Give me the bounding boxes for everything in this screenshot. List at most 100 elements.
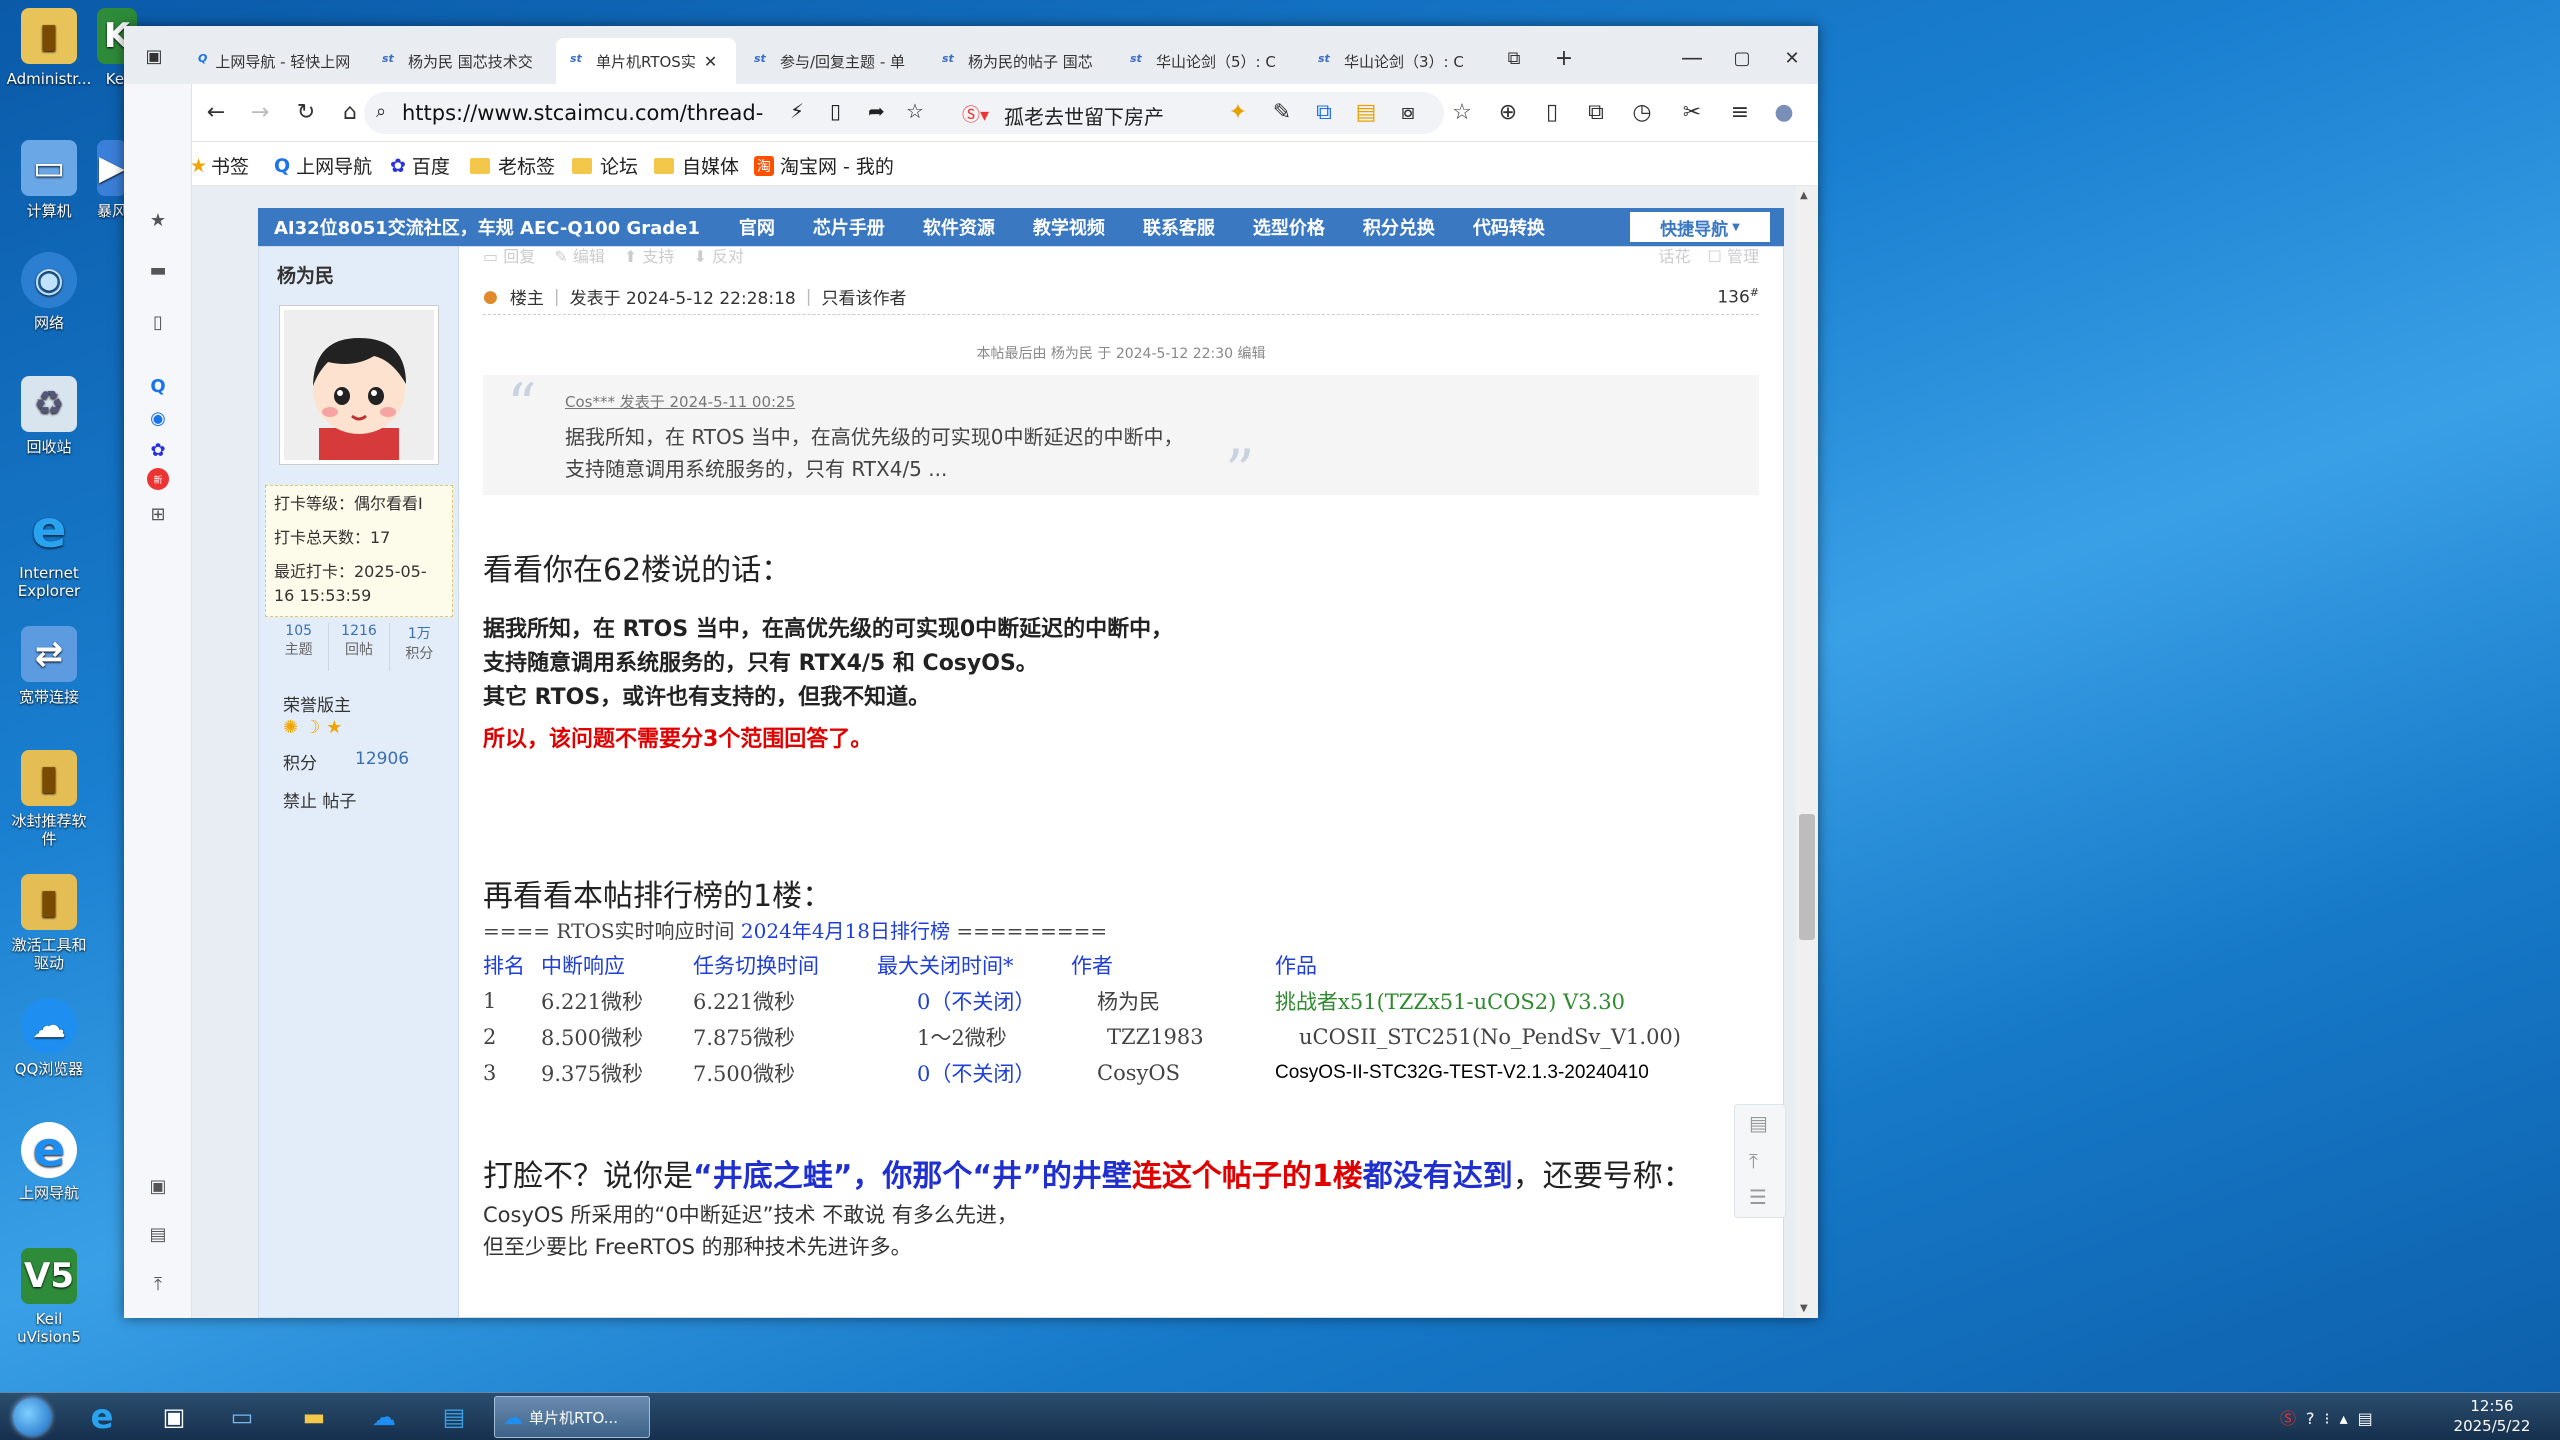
desktop-icon-network[interactable]: ◉ 网络 <box>6 252 92 332</box>
taskbar-explorer-icon[interactable]: ▬ <box>284 1397 344 1437</box>
browser-logo-icon[interactable]: ◉ <box>144 404 172 432</box>
lightning-icon[interactable]: ⚡ <box>790 99 804 123</box>
taskbar-active-window[interactable]: ☁ 单片机RTO... <box>494 1396 650 1438</box>
taskbar-qqbrowser-icon[interactable]: ☁ <box>354 1397 414 1437</box>
sidebar-toggle-icon[interactable]: ▣ <box>136 38 172 74</box>
desktop-icon-ie[interactable]: e Internet Explorer <box>6 502 92 600</box>
scrollbar-thumb[interactable] <box>1799 814 1815 940</box>
extensions-icon[interactable]: ⧇ <box>1390 94 1426 130</box>
translate-icon[interactable]: ⧉ <box>1306 94 1342 130</box>
bookmark-baidu[interactable]: ✿ 百度 <box>390 152 450 179</box>
phone-icon[interactable]: ▯ <box>144 308 172 336</box>
desktop-icon-administrator[interactable]: ▮ Administr... <box>6 8 92 88</box>
window-tools-icon[interactable]: ⧉ <box>1578 94 1614 130</box>
start-button[interactable] <box>2 1397 62 1437</box>
tab-1[interactable]: Q 上网导航 - 轻快上网 <box>184 38 364 84</box>
history-icon[interactable]: ◷ <box>1624 94 1660 130</box>
tab-5[interactable]: st 杨为民的帖子 国芯 <box>928 38 1112 84</box>
reader-mode-icon[interactable]: ▯ <box>830 99 841 123</box>
only-author-link[interactable]: 只看该作者 <box>821 284 906 309</box>
add-panel-icon[interactable]: ⊞ <box>144 500 172 528</box>
desktop-icon-computer[interactable]: ▭ 计算机 <box>6 140 92 220</box>
scroll-up-icon[interactable]: ▲ <box>1800 190 1808 201</box>
floor-number[interactable]: 136# <box>1717 286 1759 308</box>
tab-3-active[interactable]: st 单片机RTOS实 ✕ <box>556 38 736 84</box>
close-tab-icon[interactable]: ✕ <box>704 52 717 71</box>
download-icon[interactable]: ⊕ <box>1490 94 1526 130</box>
tab-6[interactable]: st 华山论剑（5）: C <box>1116 38 1300 84</box>
stat-points[interactable]: 1万 积分 <box>390 623 449 671</box>
maximize-icon[interactable]: ▢ <box>1724 40 1760 76</box>
prev-right-a[interactable]: 话花 <box>1658 247 1690 266</box>
forward-icon[interactable]: → <box>242 94 278 130</box>
screenshot-icon[interactable]: ✂ <box>1674 94 1710 130</box>
reply-action[interactable]: ▭ 回复 <box>483 247 535 266</box>
taskbar-monitor-icon[interactable]: ▭ <box>212 1397 272 1437</box>
taskbar-screen-icon[interactable]: ▣ <box>144 1397 204 1437</box>
nav-points[interactable]: 积分兑换 <box>1344 214 1454 240</box>
taskbar-ie-icon[interactable]: e <box>72 1397 132 1437</box>
news-icon[interactable]: 新 <box>147 468 169 490</box>
stat-topics[interactable]: 105 主题 <box>269 623 330 671</box>
desktop-icon-recommend-software[interactable]: ▮ 冰封推荐软件 <box>6 750 92 848</box>
folder-tool-icon[interactable]: ▤ <box>1348 94 1384 130</box>
new-tab-icon[interactable]: + <box>1546 40 1582 76</box>
nav-price[interactable]: 选型价格 <box>1234 214 1344 240</box>
oppose-action[interactable]: ⬇ 反对 <box>694 247 745 266</box>
tab-list-icon[interactable]: ⧉ <box>1496 40 1532 76</box>
tab-7[interactable]: st 华山论剑（3）: C <box>1304 38 1488 84</box>
list-icon[interactable]: ☰ <box>1749 1185 1767 1209</box>
close-window-icon[interactable]: ✕ <box>1774 40 1810 76</box>
baidu-paw-icon[interactable]: ✿ <box>144 436 172 464</box>
menu-icon[interactable]: ≡ <box>1722 94 1758 130</box>
nav-datasheet[interactable]: 芯片手册 <box>794 214 904 240</box>
back-icon[interactable]: ← <box>198 94 234 130</box>
bookmark-taobao[interactable]: 淘淘宝网 - 我的 <box>754 152 894 179</box>
avatar[interactable] <box>279 305 439 465</box>
desktop-icon-qq-browser[interactable]: ☁ QQ浏览器 <box>6 998 92 1078</box>
nav-code-convert[interactable]: 代码转换 <box>1454 214 1564 240</box>
ban-posts-link[interactable]: 禁止 帖子 <box>283 787 356 812</box>
pen-icon[interactable]: ✎ <box>1264 94 1300 130</box>
username[interactable]: 杨为民 <box>277 261 334 288</box>
reload-icon[interactable]: ↻ <box>288 94 324 130</box>
desktop-icon-web-nav[interactable]: e 上网导航 <box>6 1122 92 1202</box>
desktop-icon-recycle-bin[interactable]: ♻ 回收站 <box>6 376 92 456</box>
cloud-folder-icon[interactable]: ▣ <box>144 1172 172 1200</box>
desktop-icon-keil[interactable]: V5 Keil uVision5 <box>6 1248 92 1346</box>
search-engine-icon[interactable]: Ⓢ▾ <box>962 101 989 127</box>
back-to-top-icon[interactable]: ⤒ <box>1749 1149 1758 1173</box>
ai-assistant-icon[interactable]: ✦ <box>1220 94 1256 130</box>
nav-video[interactable]: 教学视频 <box>1014 214 1124 240</box>
manage-action[interactable]: 管理 <box>1727 247 1759 266</box>
bookmark-folder-forum[interactable]: 论坛 <box>572 152 638 179</box>
scroll-down-icon[interactable]: ▼ <box>1800 1303 1808 1314</box>
bookmark-folder-media[interactable]: 自媒体 <box>654 152 739 179</box>
desktop-icon-activation-tools[interactable]: ▮ 激活工具和驱动 <box>6 874 92 972</box>
minimize-icon[interactable]: — <box>1674 40 1710 76</box>
avatar-icon[interactable]: ● <box>1766 94 1802 130</box>
favorites-icon[interactable]: ☆ <box>1444 94 1480 130</box>
bookmark-web-nav[interactable]: Q 上网导航 <box>274 152 372 179</box>
edit-action[interactable]: ✎ 编辑 <box>554 247 605 266</box>
quick-nav-button[interactable]: 快捷导航 ▼ <box>1630 212 1770 242</box>
network-tray-icon[interactable]: ▤ <box>2358 1409 2383 1428</box>
clock[interactable]: 12:56 2025/5/22 <box>2440 1396 2544 1436</box>
pin-icon[interactable]: ⤒ <box>144 1270 172 1298</box>
tab-2[interactable]: st 杨为民 国芯技术交 <box>368 38 552 84</box>
bookmark-star[interactable]: ★ 书签 <box>190 152 249 179</box>
bookmark-folder-old[interactable]: 老标签 <box>470 152 555 179</box>
support-action[interactable]: ⬆ 支持 <box>624 247 675 266</box>
quote-meta[interactable]: Cos*** 发表于 2024-5-11 00:25 <box>565 391 795 412</box>
toolbox-icon[interactable]: ▤ <box>144 1220 172 1248</box>
tray-flag-icon[interactable]: ⁝ <box>2325 1409 2340 1428</box>
stat-replies[interactable]: 1216 回帖 <box>329 623 390 671</box>
taskbar-tools-icon[interactable]: ▤ <box>424 1397 484 1437</box>
tray-s-icon[interactable]: Ⓢ <box>2280 1409 2306 1428</box>
home-icon[interactable]: ⌂ <box>332 94 368 130</box>
nav-official[interactable]: 官网 <box>720 214 794 240</box>
help-icon[interactable]: ? <box>2306 1409 2325 1428</box>
favorites-star-icon[interactable]: ★ <box>144 206 172 234</box>
mobile-icon[interactable]: ▯ <box>1534 94 1570 130</box>
tab-4[interactable]: st 参与/回复主题 - 单 <box>740 38 924 84</box>
